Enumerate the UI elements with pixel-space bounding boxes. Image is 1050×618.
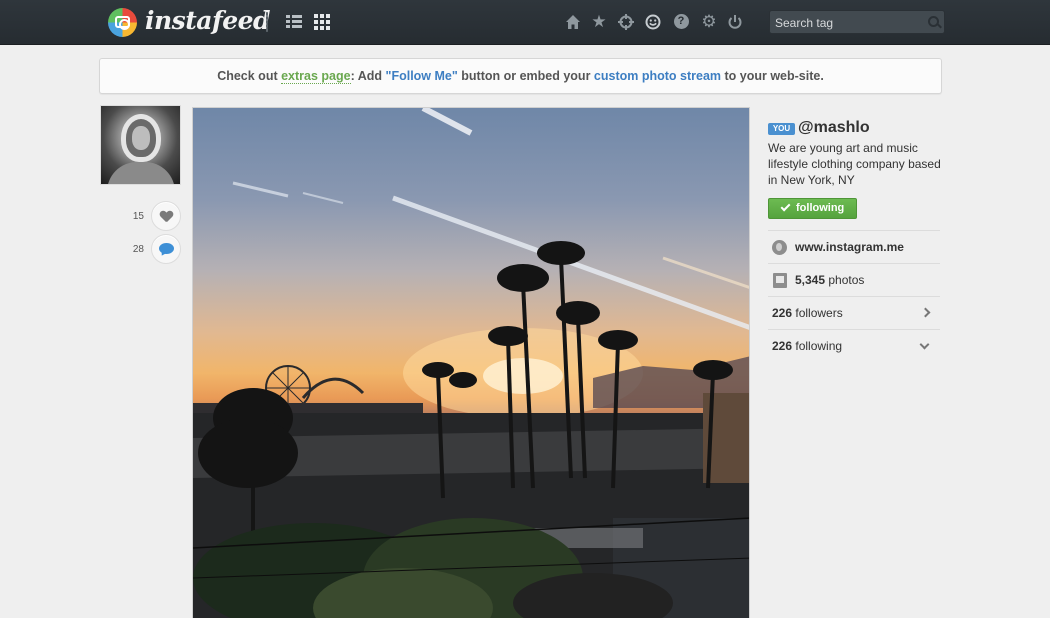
star-icon[interactable]: ★ (589, 12, 609, 32)
following-button-label: following (796, 202, 845, 214)
comment-button[interactable] (151, 234, 181, 264)
logo-text[interactable]: instafeed (145, 6, 271, 36)
photos-icon (773, 273, 787, 288)
check-icon (780, 201, 791, 212)
banner-text: Check out (217, 69, 282, 83)
chevron-down-icon[interactable] (919, 339, 930, 350)
banner-text: button or embed your (457, 69, 594, 83)
search-icon[interactable] (928, 16, 939, 27)
power-icon[interactable] (725, 12, 745, 32)
feed-photo[interactable] (192, 107, 750, 618)
avatar[interactable] (100, 105, 181, 185)
following-count-text: 226 following (772, 339, 843, 353)
comments-count: 28 (132, 244, 144, 255)
website-link[interactable]: www.instagram.me (795, 231, 904, 263)
comment-icon (159, 243, 174, 254)
list-view-icon[interactable] (286, 14, 302, 30)
search-box (769, 10, 945, 34)
divider (266, 12, 268, 32)
profile-username[interactable]: @mashlo (798, 119, 870, 137)
smiley-icon[interactable] (643, 12, 663, 32)
banner-text: : Add (350, 69, 386, 83)
photos-count-text: 5,345 photos (795, 273, 865, 287)
followers-count-text: 226 followers (772, 306, 843, 320)
following-row[interactable]: 226 following (768, 329, 940, 362)
heart-icon (160, 211, 173, 222)
top-bar: instafeed ★ ? ⚙ (0, 0, 1050, 45)
home-icon[interactable] (563, 12, 583, 32)
globe-icon (772, 240, 787, 255)
profile-bio: We are young art and music lifestyle clo… (768, 141, 941, 187)
gear-icon[interactable]: ⚙ (699, 12, 719, 32)
photos-row[interactable]: 5,345 photos (768, 263, 940, 296)
sunset-photo-illustration (193, 108, 749, 618)
grid-view-icon[interactable] (314, 14, 330, 30)
follow-me-link[interactable]: "Follow Me" (386, 69, 458, 83)
logo-icon[interactable] (108, 8, 137, 37)
likes-count: 15 (132, 211, 144, 222)
like-button[interactable] (151, 201, 181, 231)
promo-banner: Check out extras page: Add "Follow Me" b… (99, 58, 942, 94)
chevron-right-icon[interactable] (920, 307, 931, 318)
you-badge: YOU (768, 123, 795, 135)
custom-photo-stream-link[interactable]: custom photo stream (594, 69, 721, 83)
crosshair-icon[interactable] (616, 12, 636, 32)
following-button[interactable]: following (768, 198, 857, 219)
banner-text: to your web-site. (721, 69, 824, 83)
extras-page-link[interactable]: extras page (281, 69, 351, 84)
help-icon[interactable]: ? (671, 12, 691, 32)
search-input[interactable] (775, 14, 925, 31)
website-row[interactable]: www.instagram.me (768, 230, 940, 263)
followers-row[interactable]: 226 followers (768, 296, 940, 329)
